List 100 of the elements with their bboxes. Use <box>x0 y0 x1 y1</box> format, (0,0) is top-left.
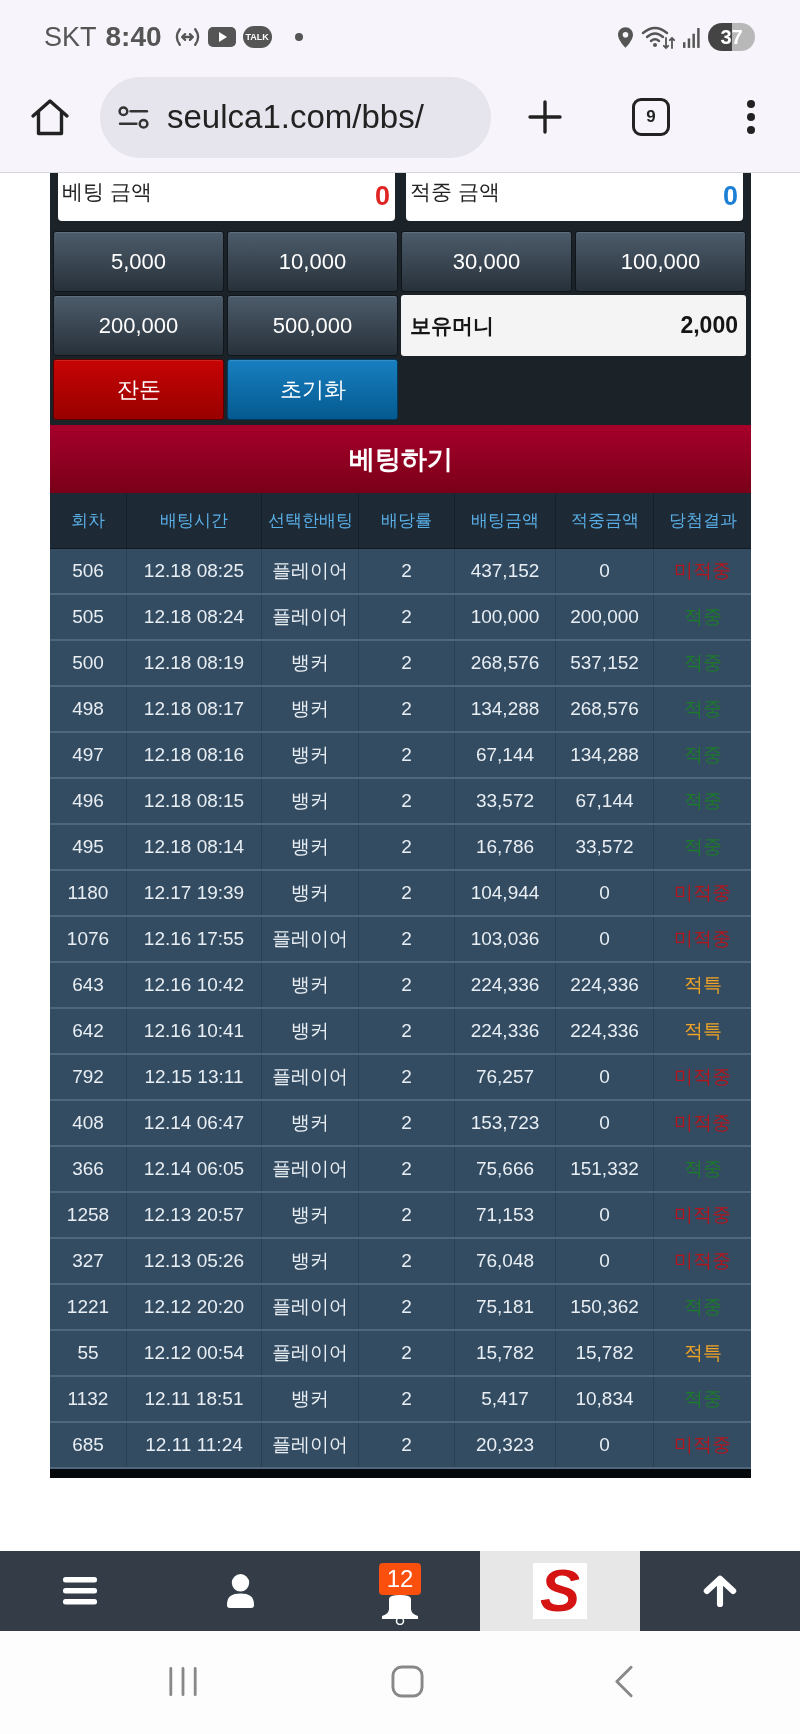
table-cell: 498 <box>50 687 127 731</box>
table-cell: 뱅커 <box>262 825 359 869</box>
table-cell: 1258 <box>50 1193 127 1237</box>
amount-button[interactable]: 5,000 <box>53 231 224 292</box>
table-cell: 0 <box>556 871 654 915</box>
more-icon[interactable] <box>746 99 756 135</box>
table-cell: 12.18 08:14 <box>127 825 262 869</box>
result-cell-text: 미적중 <box>673 1249 732 1273</box>
table-cell: 12.12 20:20 <box>127 1285 262 1329</box>
table-cell: 537,152 <box>556 641 654 685</box>
table-cell: 12.18 08:15 <box>127 779 262 823</box>
signal-icon <box>683 26 700 48</box>
column-header: 회차 <box>50 493 127 548</box>
result-cell-text: 미적중 <box>673 881 732 905</box>
table-cell: 1180 <box>50 871 127 915</box>
table-cell: 2 <box>359 687 455 731</box>
table-cell: 506 <box>50 549 127 593</box>
table-cell: 12.18 08:25 <box>127 549 262 593</box>
home-icon[interactable] <box>30 98 70 136</box>
table-cell: 104,944 <box>455 871 556 915</box>
table-cell: 685 <box>50 1423 127 1467</box>
person-icon[interactable] <box>225 1574 255 1608</box>
table-cell: 2 <box>359 825 455 869</box>
table-cell: 12.12 00:54 <box>127 1331 262 1375</box>
table-cell: 0 <box>556 1055 654 1099</box>
result-cell-text: 적중 <box>682 697 723 721</box>
bell-icon[interactable] <box>381 1595 419 1625</box>
table-cell: 268,576 <box>455 641 556 685</box>
table-cell: 뱅커 <box>262 1009 359 1053</box>
table-cell: 200,000 <box>556 595 654 639</box>
table-cell: 15,782 <box>556 1331 654 1375</box>
table-cell: 플레이어 <box>262 1147 359 1191</box>
wifi-icon <box>641 24 675 50</box>
chat-bubble-badge: TALK <box>242 26 272 48</box>
result-cell-text: 미적중 <box>673 1433 732 1457</box>
table-cell: 뱅커 <box>262 687 359 731</box>
back-icon[interactable] <box>613 1665 633 1698</box>
amount-button[interactable]: 500,000 <box>227 295 398 356</box>
table-cell: 1132 <box>50 1377 127 1421</box>
table-cell: 1076 <box>50 917 127 961</box>
url-text[interactable]: seulca1.com/bbs/ <box>167 98 424 136</box>
table-cell: 497 <box>50 733 127 777</box>
result-cell-text: 적중 <box>682 1295 723 1319</box>
carrier-name: SKT <box>44 21 97 53</box>
site-logo[interactable]: S <box>533 1563 587 1619</box>
result-cell-text: 적특 <box>682 973 723 997</box>
column-header: 당첨결과 <box>667 510 738 532</box>
action-button[interactable]: 잔돈 <box>53 359 224 420</box>
table-cell: 75,181 <box>455 1285 556 1329</box>
table-cell: 643 <box>50 963 127 1007</box>
result-cell-text: 적중 <box>682 1387 723 1411</box>
amount-button[interactable]: 200,000 <box>53 295 224 356</box>
table-cell: 2 <box>359 871 455 915</box>
table-cell: 268,576 <box>556 687 654 731</box>
tab-switcher-button[interactable]: 9 <box>632 98 670 136</box>
table-cell: 67,144 <box>556 779 654 823</box>
menu-icon[interactable] <box>63 1577 97 1605</box>
recent-apps-icon[interactable] <box>167 1666 198 1697</box>
table-cell: 75,666 <box>455 1147 556 1191</box>
table-cell: 플레이어 <box>262 1423 359 1467</box>
table-cell: 1221 <box>50 1285 127 1329</box>
table-cell: 71,153 <box>455 1193 556 1237</box>
table-cell: 2 <box>359 549 455 593</box>
table-cell: 12.16 17:55 <box>127 917 262 961</box>
amount-button[interactable]: 10,000 <box>227 231 398 292</box>
table-cell: 12.18 08:17 <box>127 687 262 731</box>
up-arrow-icon[interactable] <box>703 1575 737 1607</box>
table-cell: 2 <box>359 917 455 961</box>
column-header: 적중금액 <box>556 493 654 548</box>
tune-icon[interactable] <box>118 105 149 129</box>
table-cell: 플레이어 <box>262 1331 359 1375</box>
clock-time: 8:40 <box>105 21 162 53</box>
result-cell-text: 미적중 <box>673 927 732 951</box>
table-cell: 뱅커 <box>262 1101 359 1145</box>
table-cell: 16,786 <box>455 825 556 869</box>
table-cell: 55 <box>50 1331 127 1375</box>
logo-tab[interactable]: S <box>480 1551 640 1631</box>
table-cell: 500 <box>50 641 127 685</box>
table-cell: 12.17 19:39 <box>127 871 262 915</box>
table-cell: 플레이어 <box>262 917 359 961</box>
address-bar[interactable]: seulca1.com/bbs/ <box>100 76 491 158</box>
column-header: 배팅시간 <box>127 493 262 548</box>
win-amount-value: 0 <box>722 181 738 212</box>
bet-button[interactable]: 베팅하기 <box>50 425 751 493</box>
table-cell: 151,332 <box>556 1147 654 1191</box>
table-cell: 5,417 <box>455 1377 556 1421</box>
table-cell: 2 <box>359 1423 455 1467</box>
bet-amount-label: 베팅 금액 <box>62 179 152 205</box>
amount-button[interactable]: 100,000 <box>575 231 746 292</box>
table-cell: 뱅커 <box>262 963 359 1007</box>
table-cell: 150,362 <box>556 1285 654 1329</box>
home-button-icon[interactable] <box>390 1665 424 1698</box>
table-cell: 0 <box>556 1101 654 1145</box>
result-cell-text: 미적중 <box>673 1111 732 1135</box>
action-button[interactable]: 초기화 <box>227 359 398 420</box>
table-cell: 495 <box>50 825 127 869</box>
table-cell: 20,323 <box>455 1423 556 1467</box>
new-tab-icon[interactable] <box>528 100 562 134</box>
table-cell: 2 <box>359 963 455 1007</box>
amount-button[interactable]: 30,000 <box>401 231 572 292</box>
